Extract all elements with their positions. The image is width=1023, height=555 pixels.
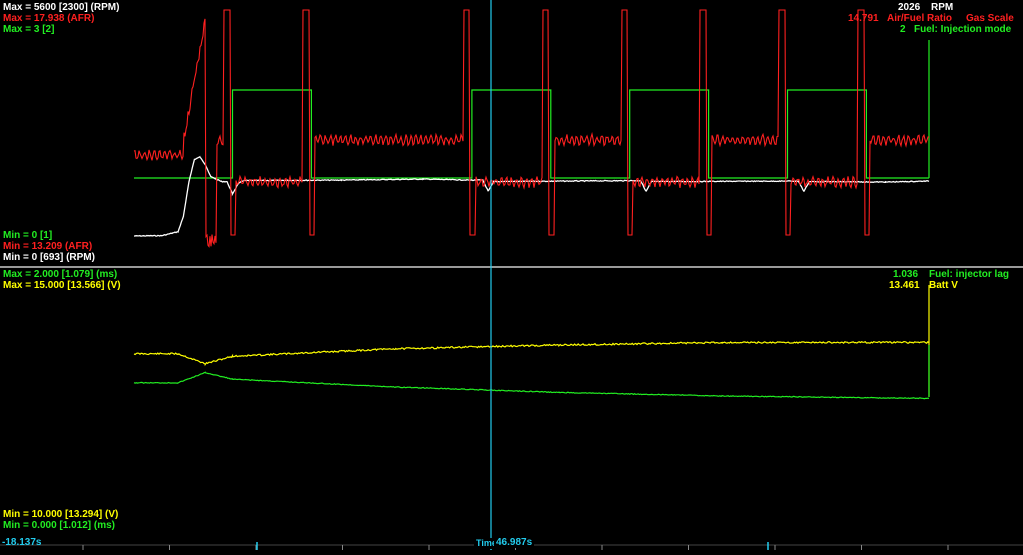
rpm-min-label: Min = 0 [693] (RPM): [3, 252, 95, 263]
battv-readout-value: 13.461: [889, 280, 920, 291]
battv-min-label: Min = 10.000 [13.294] (V): [3, 509, 119, 520]
series-afr: [133, 9, 930, 248]
rpm-readout-value: 2026: [898, 2, 921, 13]
time-start-label: -18.137s: [2, 537, 42, 548]
series-injector-lag: [133, 371, 930, 400]
afr-readout-extra: Gas Scale: [966, 13, 1014, 24]
afr-readout-value: 14.791: [848, 13, 879, 24]
injmode-min-label: Min = 0 [1]: [3, 230, 53, 241]
injmode-readout-value: 2: [900, 24, 906, 35]
log-viewer: Max = 5600 [2300] (RPM) Max = 17.938 (AF…: [0, 0, 1023, 550]
injlag-readout-value: 1.036: [893, 269, 919, 280]
afr-readout-name: Air/Fuel Ratio: [887, 13, 953, 24]
rpm-readout-unit: RPM: [931, 2, 954, 13]
battv-readout-name: Batt V: [929, 280, 958, 291]
injmode-readout-name: Fuel: Injection mode: [914, 24, 1012, 35]
series-rpm: [134, 155, 930, 237]
rpm-max-label: Max = 5600 [2300] (RPM): [3, 2, 120, 13]
series-batt-v: [133, 340, 930, 367]
injmode-max-label: Max = 3 [2]: [3, 24, 55, 35]
series-injection-mode: [134, 40, 930, 179]
battv-max-label: Max = 15.000 [13.566] (V): [3, 280, 121, 291]
injlag-max-label: Max = 2.000 [1.079] (ms): [3, 269, 118, 280]
plot-area[interactable]: [0, 0, 1023, 550]
injlag-readout-name: Fuel: injector lag: [929, 269, 1010, 280]
injlag-min-label: Min = 0.000 [1.012] (ms): [3, 520, 115, 531]
afr-max-label: Max = 17.938 (AFR): [3, 13, 95, 24]
cursor-time-value[interactable]: 46.987s: [494, 537, 535, 548]
afr-min-label: Min = 13.209 (AFR): [3, 241, 93, 252]
